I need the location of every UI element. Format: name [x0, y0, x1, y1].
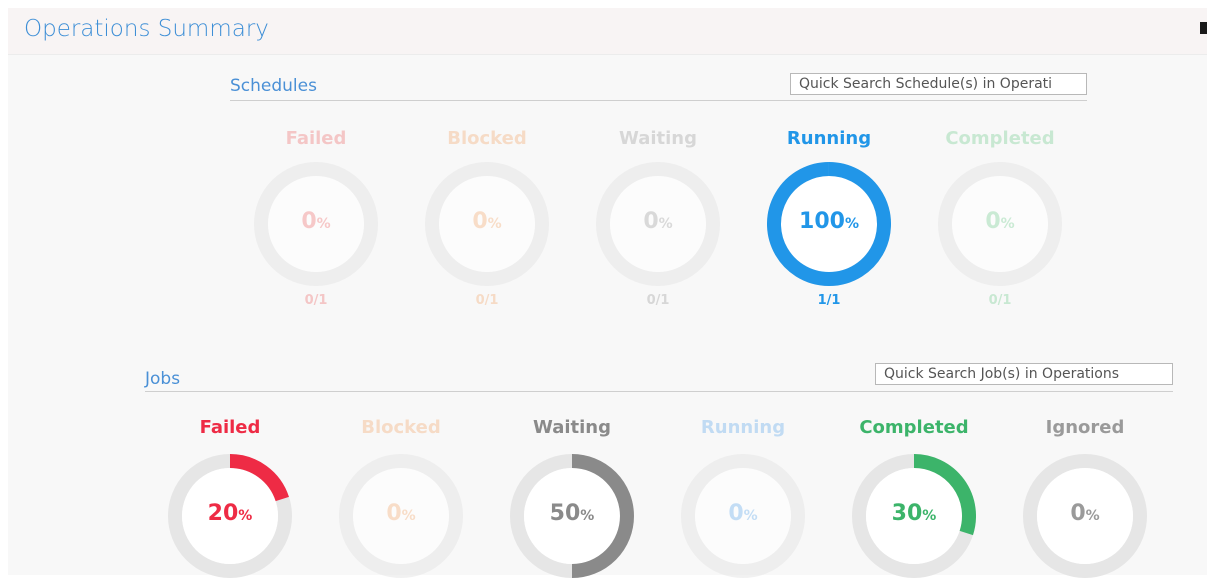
schedules-blocked-percent: 0%	[425, 209, 549, 234]
percent-sign: %	[1000, 216, 1015, 232]
percent-sign: %	[238, 508, 253, 524]
schedules-blocked-percent-value: 0	[472, 209, 488, 234]
schedules-running-percent-value: 100	[799, 209, 845, 234]
jobs-running-percent: 0%	[681, 501, 805, 526]
percent-sign: %	[743, 508, 758, 524]
jobs-waiting-label: Waiting	[532, 417, 611, 438]
schedules-divider	[230, 100, 1087, 101]
jobs-failed-percent-value: 20	[207, 501, 239, 526]
jobs-blocked-percent: 0%	[339, 501, 463, 526]
jobs-section-title: Jobs	[145, 369, 181, 389]
jobs-ignored-donut: 0%	[1023, 454, 1147, 578]
jobs-running-label: Running	[700, 417, 786, 438]
jobs-completed-donut: 30%	[852, 454, 976, 578]
expand-icon[interactable]	[1200, 22, 1207, 34]
schedules-completed-percent: 0%	[938, 209, 1062, 234]
schedules-blocked-donut: 0%	[425, 162, 549, 286]
jobs-failed-donut: 20%	[168, 454, 292, 578]
percent-sign: %	[1085, 508, 1100, 524]
jobs-blocked-percent-value: 0	[386, 501, 402, 526]
schedules-waiting-label: Waiting	[618, 128, 697, 149]
jobs-waiting-donut: 50%	[510, 454, 634, 578]
percent-sign: %	[401, 508, 416, 524]
schedules-section-title: Schedules	[230, 76, 317, 96]
jobs-completed-label: Completed	[859, 417, 969, 438]
percent-sign: %	[580, 508, 595, 524]
jobs-waiting-percent-value: 50	[549, 501, 581, 526]
jobs-running-donut: 0%	[681, 454, 805, 578]
schedules-running-percent: 100%	[767, 209, 891, 234]
jobs-blocked-label: Blocked	[361, 417, 441, 438]
schedules-running-donut: 100%	[767, 162, 891, 286]
jobs-ignored-percent-value: 0	[1070, 501, 1086, 526]
jobs-completed-percent-value: 30	[891, 501, 923, 526]
jobs-running-percent-value: 0	[728, 501, 744, 526]
operations-summary-panel: Operations Summary Schedules Failed 0% 0/1…	[8, 8, 1207, 578]
jobs-search-input[interactable]	[875, 363, 1173, 385]
jobs-failed-percent: 20%	[168, 501, 292, 526]
jobs-ignored-label: Ignored	[1045, 417, 1125, 438]
schedules-search-input[interactable]	[790, 73, 1087, 95]
schedules-running-count: 1/1	[817, 293, 841, 308]
schedules-waiting-percent-value: 0	[643, 209, 659, 234]
schedules-failed-percent-value: 0	[301, 209, 317, 234]
jobs-blocked-donut: 0%	[339, 454, 463, 578]
schedules-completed-donut: 0%	[938, 162, 1062, 286]
schedules-completed-percent-value: 0	[985, 209, 1001, 234]
percent-sign: %	[658, 216, 673, 232]
schedules-waiting-donut: 0%	[596, 162, 720, 286]
schedules-failed-percent: 0%	[254, 209, 378, 234]
schedules-completed-label: Completed	[945, 128, 1055, 149]
jobs-divider	[145, 391, 1173, 392]
schedules-waiting-percent: 0%	[596, 209, 720, 234]
schedules-running-label: Running	[786, 128, 872, 149]
jobs-completed-percent: 30%	[852, 501, 976, 526]
schedules-blocked-count: 0/1	[475, 293, 499, 308]
percent-sign: %	[922, 508, 937, 524]
percent-sign: %	[316, 216, 331, 232]
percent-sign: %	[487, 216, 502, 232]
schedules-failed-donut: 0%	[254, 162, 378, 286]
jobs-failed-label: Failed	[199, 417, 261, 438]
page-title: Operations Summary	[24, 16, 269, 42]
schedules-completed-count: 0/1	[988, 293, 1012, 308]
jobs-ignored-percent: 0%	[1023, 501, 1147, 526]
schedules-failed-label: Failed	[285, 128, 347, 149]
schedules-blocked-label: Blocked	[447, 128, 527, 149]
jobs-waiting-percent: 50%	[510, 501, 634, 526]
panel-header: Operations Summary	[8, 8, 1207, 55]
schedules-failed-count: 0/1	[304, 293, 328, 308]
percent-sign: %	[844, 216, 859, 232]
schedules-waiting-count: 0/1	[646, 293, 670, 308]
